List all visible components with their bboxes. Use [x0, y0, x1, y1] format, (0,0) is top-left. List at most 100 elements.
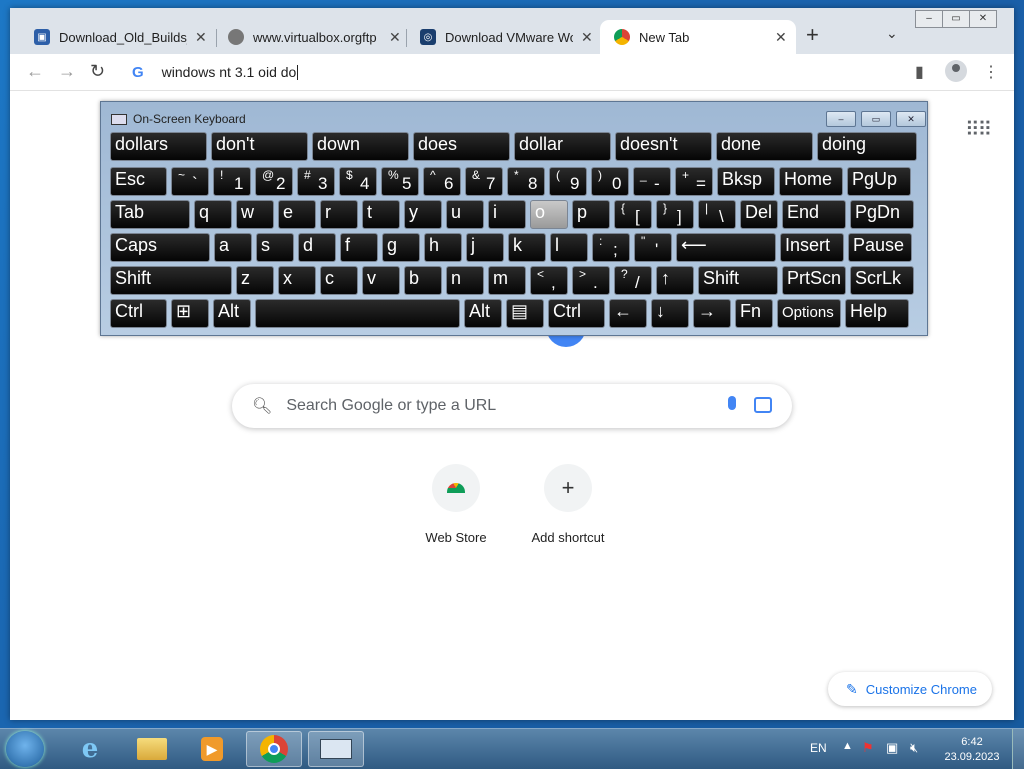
profile-avatar-icon[interactable] [945, 60, 967, 82]
volume-muted-icon[interactable]: 🔇︎ [910, 740, 918, 756]
key-tab[interactable]: Tab [110, 200, 190, 229]
close-tab-icon[interactable]: ✕ [195, 29, 207, 46]
key-symbol[interactable]: ↑ [656, 266, 694, 295]
key-symbol[interactable]: ? / [614, 266, 652, 295]
prediction-key-don-t[interactable]: don't [211, 132, 308, 161]
key-symbol[interactable]: _ - [633, 167, 671, 196]
action-center-icon[interactable]: ⚑ [862, 740, 874, 756]
key-symbol[interactable]: " ' [634, 233, 672, 262]
key-end[interactable]: End [782, 200, 846, 229]
key-options[interactable]: Options [777, 299, 841, 328]
close-tab-icon[interactable]: ✕ [389, 29, 401, 46]
key-t[interactable]: t [362, 200, 400, 229]
osk-minimize-button[interactable]: ‒ [826, 111, 856, 127]
key-scrlk[interactable]: ScrLk [850, 266, 914, 295]
key-v[interactable]: v [362, 266, 400, 295]
key-alt[interactable]: Alt [213, 299, 251, 328]
key-help[interactable]: Help [845, 299, 909, 328]
key-alt[interactable]: Alt [464, 299, 502, 328]
key-symbol[interactable]: → [693, 299, 731, 328]
key-u[interactable]: u [446, 200, 484, 229]
search-box[interactable]: 🔍︎ Search Google or type a URL [232, 384, 792, 428]
key-bksp[interactable]: Bksp [717, 167, 775, 196]
key-0[interactable]: ) 0 [591, 167, 629, 196]
key-symbol[interactable]: ← [609, 299, 647, 328]
key-shift[interactable]: Shift [110, 266, 232, 295]
reload-icon[interactable]: ↻ [90, 61, 105, 82]
key-symbol[interactable]: ↓ [651, 299, 689, 328]
key-9[interactable]: (9 [549, 167, 587, 196]
close-tab-icon[interactable]: ✕ [775, 29, 787, 46]
key-insert[interactable]: Insert [780, 233, 844, 262]
key-4[interactable]: $4 [339, 167, 377, 196]
key-h[interactable]: h [424, 233, 462, 262]
prediction-key-does[interactable]: does [413, 132, 510, 161]
back-icon[interactable]: ← [26, 61, 44, 82]
key-r[interactable]: r [320, 200, 358, 229]
key-caps[interactable]: Caps [110, 233, 210, 262]
chrome-taskbar-icon[interactable] [246, 731, 302, 767]
start-button[interactable] [6, 731, 44, 767]
key-y[interactable]: y [404, 200, 442, 229]
customize-chrome-button[interactable]: ✎ Customize Chrome [828, 672, 992, 706]
key-g[interactable]: g [382, 233, 420, 262]
key-symbol[interactable]: ⊞ [171, 299, 209, 328]
tray-expand-icon[interactable]: ▲ [842, 740, 853, 752]
key-5[interactable]: % 5 [381, 167, 419, 196]
key-a[interactable]: a [214, 233, 252, 262]
key-symbol[interactable]: }] [656, 200, 694, 229]
osk-maximize-button[interactable]: ▭ [861, 111, 891, 127]
key-symbol[interactable]: <, [530, 266, 568, 295]
key-pause[interactable]: Pause [848, 233, 912, 262]
key-n[interactable]: n [446, 266, 484, 295]
key-o[interactable]: o [530, 200, 568, 229]
lens-search-icon[interactable] [754, 397, 772, 413]
osk-close-button[interactable]: ✕ [896, 111, 926, 127]
key-8[interactable]: * 8 [507, 167, 545, 196]
key-symbol[interactable]: ~ ` [171, 167, 209, 196]
new-tab-button[interactable]: + [806, 24, 819, 46]
key-1[interactable]: ! 1 [213, 167, 251, 196]
key-i[interactable]: i [488, 200, 526, 229]
key-symbol[interactable]: ▤ [506, 299, 544, 328]
key-j[interactable]: j [466, 233, 504, 262]
osk-taskbar-icon[interactable] [308, 731, 364, 767]
voice-search-icon[interactable] [728, 396, 736, 410]
tab-download-old-builds[interactable]: ▣ Download_Old_Builds_6 ✕ [20, 20, 217, 54]
minimize-button[interactable]: ‒ [915, 10, 943, 28]
key-c[interactable]: c [320, 266, 358, 295]
key-home[interactable]: Home [779, 167, 843, 196]
prediction-key-doing[interactable]: doing [817, 132, 917, 161]
key-symbol[interactable]: :; [592, 233, 630, 262]
tab-search-chevron-icon[interactable]: ⌄ [886, 25, 898, 42]
prediction-key-down[interactable]: down [312, 132, 409, 161]
address-bar-text[interactable]: windows nt 3.1 oid do [162, 64, 297, 80]
key-e[interactable]: e [278, 200, 316, 229]
prediction-key-dollar[interactable]: dollar [514, 132, 611, 161]
tab-new-tab[interactable]: New Tab ✕ [600, 20, 796, 54]
system-clock[interactable]: 6:42 23.09.2023 [942, 735, 1002, 765]
key-symbol[interactable]: >. [572, 266, 610, 295]
key-pgup[interactable]: PgUp [847, 167, 911, 196]
key-7[interactable]: & 7 [465, 167, 503, 196]
menu-dots-icon[interactable]: ⋮ [983, 62, 999, 82]
key-del[interactable]: Del [740, 200, 778, 229]
key-6[interactable]: ^ 6 [423, 167, 461, 196]
media-player-icon[interactable]: ▶ [184, 731, 240, 767]
key-shift[interactable]: Shift [698, 266, 778, 295]
key-prtscn[interactable]: PrtScn [782, 266, 846, 295]
forward-icon[interactable]: → [58, 61, 76, 82]
show-desktop-button[interactable] [1012, 729, 1024, 769]
tab-virtualbox[interactable]: www.virtualbox.orgftp ✕ [214, 20, 407, 54]
shortcut-web-store[interactable]: Web Store [406, 464, 506, 545]
key-q[interactable]: q [194, 200, 232, 229]
address-bar[interactable]: G windows nt 3.1 oid do [116, 57, 906, 87]
key-ctrl[interactable]: Ctrl [110, 299, 167, 328]
prediction-key-doesn-t[interactable]: doesn't [615, 132, 712, 161]
key-ctrl[interactable]: Ctrl [548, 299, 605, 328]
close-window-button[interactable]: ✕ [969, 10, 997, 28]
prediction-key-done[interactable]: done [716, 132, 813, 161]
key-2[interactable]: @2 [255, 167, 293, 196]
key-b[interactable]: b [404, 266, 442, 295]
language-indicator[interactable]: EN [810, 741, 827, 755]
